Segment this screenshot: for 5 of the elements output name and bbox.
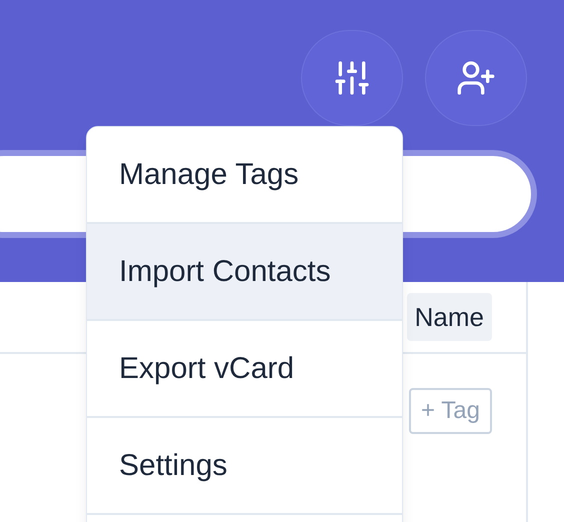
menu-item[interactable]: Settings: [87, 418, 402, 515]
column-header[interactable]: Name: [406, 293, 492, 341]
menu-item[interactable]: Export vCard: [87, 321, 402, 418]
menu-item[interactable]: Manage Tags: [87, 127, 402, 224]
menu-item[interactable]: Import Contacts: [87, 224, 402, 321]
